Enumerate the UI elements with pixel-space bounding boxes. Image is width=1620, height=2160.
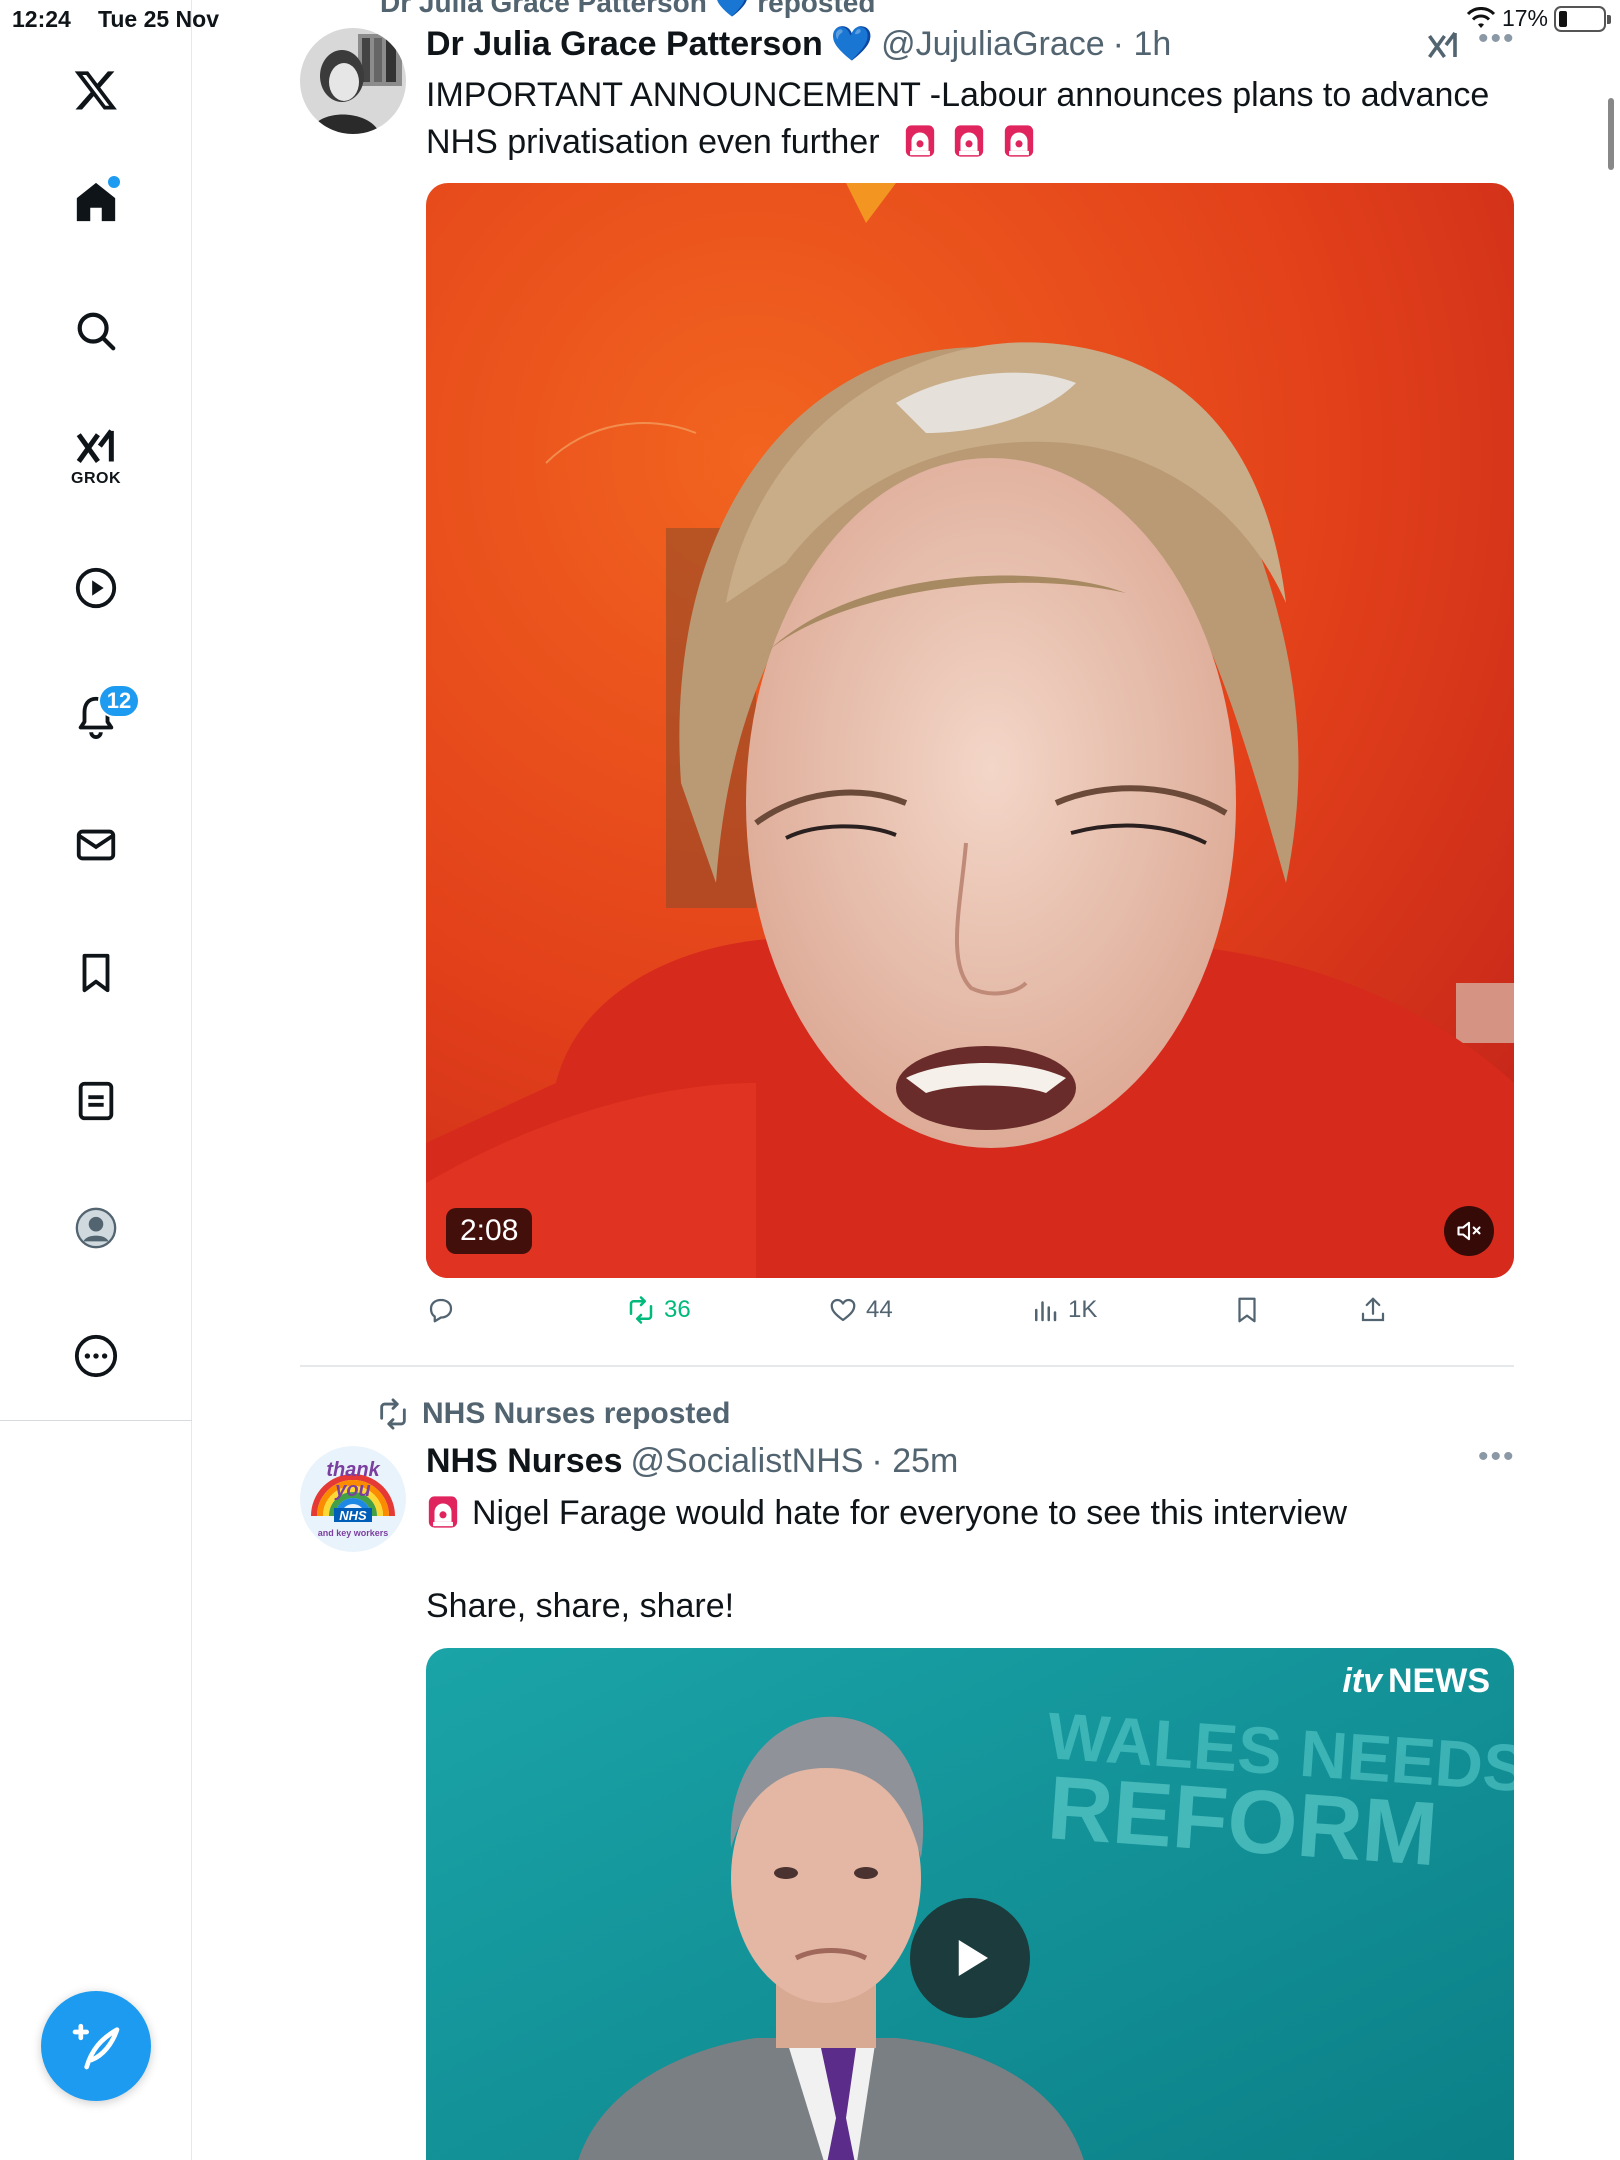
home-unread-dot: [108, 176, 120, 188]
sidebar: GROK 12: [0, 0, 192, 2160]
tweet-text-line-1: Nigel Farage would hate for everyone to …: [426, 1490, 1526, 1537]
list-icon[interactable]: [66, 1071, 126, 1131]
bookmark-icon: [1238, 1297, 1256, 1323]
avatar-text-thank: thank: [326, 1459, 380, 1481]
mute-icon: [1457, 1221, 1481, 1241]
avatar-text-nhs: NHS: [339, 1508, 367, 1523]
tweet-time[interactable]: · 1h: [1113, 25, 1172, 64]
video-duration: 2:08: [446, 1208, 533, 1254]
tweet-header: NHS Nurses @SocialistNHS · 25m: [426, 1442, 958, 1481]
tweet-text-line: NHS privatisation even further: [426, 123, 880, 161]
bell-icon[interactable]: 12: [66, 684, 140, 746]
tweet-actions: 36 44 1K: [426, 1295, 1526, 1335]
like-count: 44: [866, 1296, 893, 1323]
scrollbar[interactable]: [1608, 98, 1614, 170]
tweet-text-line: IMPORTANT ANNOUNCEMENT -Labour announces…: [426, 76, 1490, 114]
play-icon: [958, 1940, 988, 1976]
tweet-time[interactable]: · 25m: [871, 1442, 958, 1481]
tweet-divider: [300, 1365, 1514, 1367]
siren-icon: [955, 125, 984, 157]
home-icon[interactable]: [66, 172, 126, 232]
siren-icon: [1004, 125, 1034, 157]
repost-icon: [629, 1296, 653, 1324]
avatar[interactable]: thank you NHS and key workers: [300, 1446, 406, 1552]
repost-indicator: NHS Nurses reposted: [376, 1397, 730, 1431]
tweet-text: IMPORTANT ANNOUNCEMENT -Labour announces…: [426, 72, 1526, 166]
user-handle[interactable]: @JujuliaGrace: [881, 25, 1105, 64]
video-player[interactable]: 2:08: [426, 183, 1514, 1278]
display-name[interactable]: Dr Julia Grace Patterson: [426, 25, 823, 64]
bookmark-icon[interactable]: [66, 943, 126, 1003]
avatar[interactable]: [300, 28, 406, 134]
bookmark-button[interactable]: [1232, 1295, 1262, 1325]
tweet-text-line-2: NHS privatisation even further: [426, 119, 1526, 166]
profile-icon[interactable]: [66, 1198, 126, 1258]
share-icon: [1361, 1297, 1385, 1322]
compose-button[interactable]: [41, 1991, 151, 2101]
repost-count: 36: [664, 1296, 691, 1323]
itv-news-logo: itv NEWS: [1342, 1662, 1490, 1701]
reply-icon: [429, 1298, 453, 1323]
views-button[interactable]: 1K: [1030, 1295, 1097, 1325]
tweet-header: Dr Julia Grace Patterson 💙 @JujuliaGrace …: [426, 24, 1171, 64]
grok-label: GROK: [71, 470, 121, 487]
views-count: 1K: [1068, 1296, 1098, 1323]
battery-icon: [1554, 5, 1611, 32]
user-handle[interactable]: @SocialistNHS: [631, 1442, 864, 1481]
tweet-more-icon[interactable]: •••: [1478, 1440, 1516, 1474]
search-icon[interactable]: [66, 301, 126, 361]
tweet-more-icon[interactable]: •••: [1478, 22, 1516, 56]
like-icon: [830, 1298, 856, 1322]
grok-icon[interactable]: GROK: [66, 420, 126, 487]
heart-badge: 💙: [830, 25, 874, 63]
mute-button[interactable]: [1444, 1206, 1494, 1256]
siren-icon: [905, 125, 935, 157]
tweet-text-line: Nigel Farage would hate for everyone to …: [472, 1494, 1348, 1532]
grok-icon[interactable]: [1425, 30, 1461, 66]
tweet-text: Nigel Farage would hate for everyone to …: [426, 1490, 1526, 1630]
news-logo-text: NEWS: [1388, 1662, 1490, 1700]
share-button[interactable]: [1358, 1295, 1388, 1325]
x-logo-icon[interactable]: [66, 60, 126, 120]
more-icon[interactable]: [66, 1326, 126, 1386]
like-button[interactable]: 44: [828, 1295, 893, 1325]
reply-button[interactable]: [426, 1295, 456, 1325]
video-frame: [426, 183, 1514, 1278]
reposted-by-text[interactable]: NHS Nurses reposted: [422, 1397, 730, 1431]
video-icon[interactable]: [66, 558, 126, 618]
sidebar-divider: [0, 1420, 192, 1421]
mail-icon[interactable]: [66, 815, 126, 875]
notifications-badge: 12: [98, 684, 140, 718]
avatar-text-you: you: [334, 1479, 371, 1501]
repost-button[interactable]: 36: [626, 1295, 691, 1325]
video-player[interactable]: WALES NEEDS REFORM itv NEWS: [426, 1648, 1514, 2160]
itv-logo-text: itv: [1342, 1662, 1382, 1700]
play-button[interactable]: [910, 1898, 1030, 2018]
views-icon: [1035, 1301, 1057, 1322]
display-name[interactable]: NHS Nurses: [426, 1442, 623, 1481]
repost-icon: [380, 1398, 406, 1430]
repost-indicator-partial: Dr Julia Grace Patterson 💙 reposted: [380, 0, 876, 18]
tweet-text-line: Share, share, share!: [426, 1587, 735, 1625]
siren-icon: [428, 1496, 458, 1528]
avatar-text-keyworkers: and key workers: [318, 1528, 389, 1538]
compose-icon: [72, 2023, 120, 2070]
